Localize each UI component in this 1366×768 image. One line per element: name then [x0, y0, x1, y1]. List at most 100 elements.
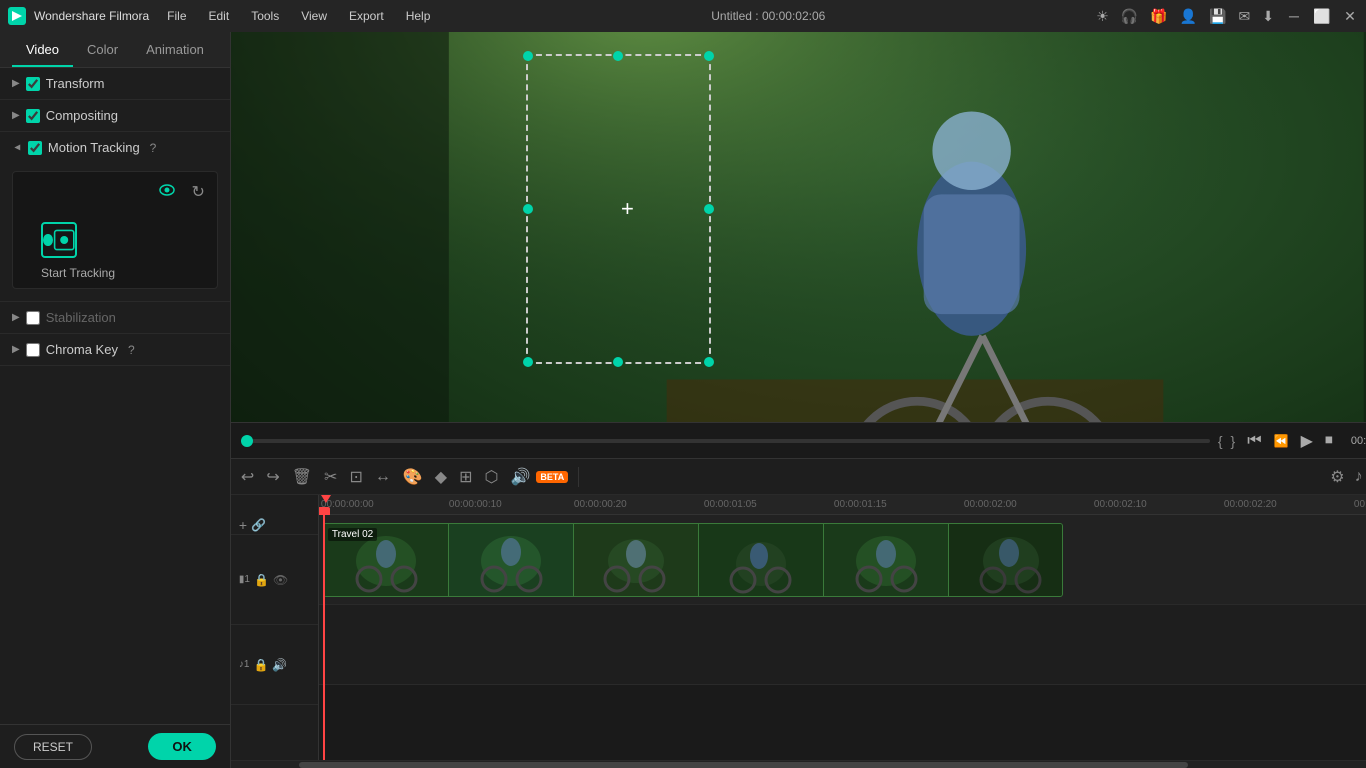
maximize-button[interactable]: ⬜	[1314, 8, 1330, 24]
timeline: ↩ ↪ 🗑 ✂ ⊡ ↔ 🎨 ◆ ⊞ ⬡ 🔊 BETA ⚙ ♪	[231, 458, 1366, 768]
cut-button[interactable]: ✂	[322, 465, 339, 489]
clip-thumbnails	[324, 524, 1062, 596]
link-track-button[interactable]: 🔗	[251, 518, 266, 532]
tab-video[interactable]: Video	[12, 34, 73, 67]
app-name: Wondershare Filmora	[34, 9, 149, 23]
gift-icon[interactable]: 🎁	[1150, 8, 1167, 25]
compositing-header[interactable]: ▶ Compositing	[0, 100, 230, 131]
music-button[interactable]: ♪	[1353, 466, 1365, 488]
lock-icon[interactable]: 🔒	[254, 573, 269, 587]
ts-mark-2: 00:00:00:20	[574, 499, 627, 510]
timeline-scrollbar	[231, 760, 1366, 768]
eye-icon[interactable]: 👁	[273, 573, 288, 587]
tab-color[interactable]: Color	[73, 34, 132, 67]
brightness-icon[interactable]: ☀	[1096, 8, 1109, 25]
download-icon[interactable]: ⬇	[1262, 8, 1274, 25]
transform-checkbox[interactable]	[26, 77, 40, 91]
motion-tracking-checkbox[interactable]	[28, 141, 42, 155]
video-clip[interactable]: Travel 02	[323, 523, 1063, 597]
motion-tracking-chevron: ▼	[11, 143, 22, 153]
tab-animation[interactable]: Animation	[132, 34, 218, 67]
tracking-eye-button[interactable]	[154, 180, 180, 204]
motion-tracking-content: ↻ Start Tracking	[0, 163, 230, 301]
transform-chevron: ▶	[12, 78, 20, 89]
video-preview: +	[231, 32, 1366, 422]
preview-scene	[231, 32, 1366, 422]
menu-view[interactable]: View	[291, 5, 337, 27]
audio-eye-icon[interactable]: 🔊	[272, 658, 287, 672]
audio-snap-button[interactable]: 🔊	[508, 465, 532, 489]
audio-lock-icon[interactable]: 🔒	[253, 658, 268, 672]
mail-icon[interactable]: ✉	[1239, 8, 1251, 25]
redo-button[interactable]: ↪	[264, 465, 281, 489]
speed-button[interactable]: ↔	[373, 466, 393, 488]
chroma-key-header[interactable]: ▶ Chroma Key ?	[0, 334, 230, 365]
clip-label: Travel 02	[328, 528, 377, 541]
menu-tools[interactable]: Tools	[241, 5, 289, 27]
save-icon[interactable]: 💾	[1209, 8, 1226, 25]
headphone-icon[interactable]: 🎧	[1121, 8, 1138, 25]
compositing-checkbox[interactable]	[26, 109, 40, 123]
color-button[interactable]: 🎨	[401, 465, 425, 489]
stabilization-section: ▶ Stabilization	[0, 302, 230, 334]
motion-tracking-inner: ↻ Start Tracking	[12, 171, 218, 289]
chroma-key-section: ▶ Chroma Key ?	[0, 334, 230, 366]
bracket-left-button[interactable]: {	[1218, 433, 1223, 449]
stabilization-chevron: ▶	[12, 312, 20, 323]
stabilization-checkbox[interactable]	[26, 311, 40, 325]
tracking-target-icon[interactable]	[41, 222, 77, 258]
bracket-right-button[interactable]: }	[1231, 433, 1236, 449]
motion-tracking-header[interactable]: ▼ Motion Tracking ?	[0, 132, 230, 163]
minimize-button[interactable]: ─	[1286, 8, 1302, 24]
stop-button[interactable]: ⏹	[1321, 430, 1337, 452]
user-icon[interactable]: 👤	[1180, 8, 1197, 25]
tracking-refresh-button[interactable]: ↻	[188, 180, 209, 204]
menu-export[interactable]: Export	[339, 5, 394, 27]
step-back-button[interactable]: ⏮	[1243, 430, 1265, 452]
scrollbar-thumb[interactable]	[299, 762, 1188, 768]
video-track-number: ▮1	[239, 574, 250, 585]
split-button[interactable]: ⊞	[457, 465, 474, 489]
chroma-key-help-icon[interactable]: ?	[128, 343, 135, 357]
timeline-right-toolbar: ⚙ ♪ 🎤 🎛 ⊡ - + ⏸	[1328, 465, 1366, 489]
audio-track	[319, 605, 1366, 685]
step-frame-back-button[interactable]: ⏪	[1270, 432, 1293, 450]
ts-mark-8: 00:00:03:05	[1354, 499, 1366, 510]
undo-button[interactable]: ↩	[239, 465, 256, 489]
titlebar-right: ☀ 🎧 🎁 👤 💾 ✉ ⬇ ─ ⬜ ✕	[1096, 8, 1358, 25]
chroma-key-label: Chroma Key	[46, 342, 118, 357]
ts-mark-7: 00:00:02:20	[1224, 499, 1277, 510]
play-button[interactable]: ▶	[1297, 429, 1317, 453]
bottom-bar: RESET OK	[0, 724, 230, 768]
crop-button[interactable]: ⊡	[347, 465, 364, 489]
transform-header[interactable]: ▶ Transform	[0, 68, 230, 99]
delete-button[interactable]: 🗑	[290, 465, 314, 489]
playback-controls: ⏮ ⏪ ▶ ⏹	[1243, 429, 1337, 453]
ok-button[interactable]: OK	[148, 733, 216, 760]
mask-button[interactable]: ⬡	[482, 465, 500, 489]
close-button[interactable]: ✕	[1342, 8, 1358, 24]
chroma-key-checkbox[interactable]	[26, 343, 40, 357]
menu-help[interactable]: Help	[396, 5, 441, 27]
window-title: Untitled : 00:00:02:06	[711, 9, 825, 23]
ts-mark-3: 00:00:01:05	[704, 499, 757, 510]
compositing-label: Compositing	[46, 108, 118, 123]
current-time-display: 00:00:00:00	[1351, 435, 1366, 447]
track-settings-button[interactable]: ⚙	[1328, 465, 1346, 489]
timeline-tracks: 00:00:00:00 00:00:00:10 00:00:00:20 00:0…	[319, 495, 1366, 760]
compositing-chevron: ▶	[12, 110, 20, 121]
menu-file[interactable]: File	[157, 5, 196, 27]
stabilization-header[interactable]: ▶ Stabilization	[0, 302, 230, 333]
motion-tracking-help-icon[interactable]: ?	[150, 141, 157, 155]
timeline-scrubber[interactable]	[241, 439, 1210, 443]
titlebar-left: Wondershare Filmora File Edit Tools View…	[8, 5, 440, 27]
add-track-bar: + 🔗	[231, 515, 318, 535]
video-track-label-row: ▮1 🔒 👁	[231, 535, 318, 625]
keyframe-button[interactable]: ◆	[433, 465, 449, 489]
start-tracking-label: Start Tracking	[41, 266, 115, 280]
transform-label: Transform	[46, 76, 105, 91]
ts-mark-4: 00:00:01:15	[834, 499, 887, 510]
reset-button[interactable]: RESET	[14, 734, 92, 760]
menu-edit[interactable]: Edit	[199, 5, 240, 27]
add-track-button[interactable]: +	[239, 517, 247, 533]
